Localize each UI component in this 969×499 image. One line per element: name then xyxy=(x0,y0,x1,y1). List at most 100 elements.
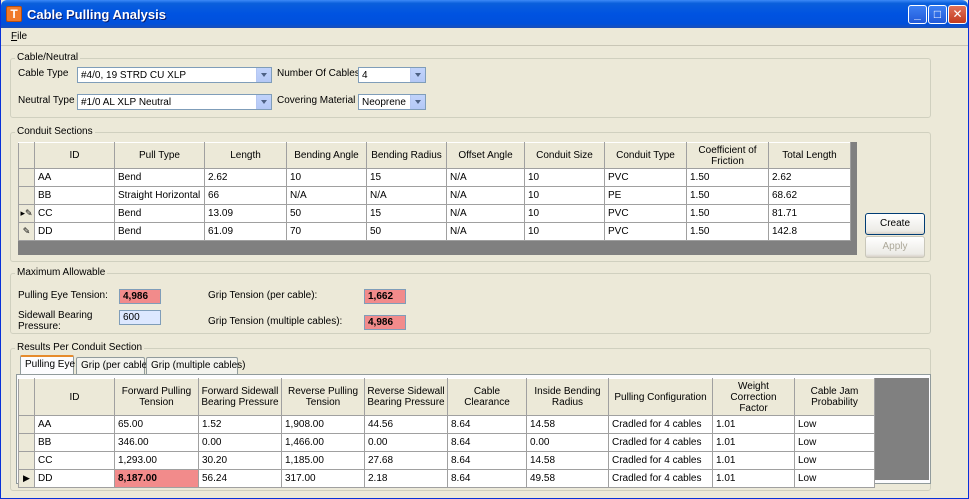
column-header[interactable]: ID xyxy=(34,142,115,169)
table-cell[interactable]: 0.00 xyxy=(198,433,282,452)
column-header[interactable]: Bending Angle xyxy=(286,142,367,169)
column-header[interactable]: Reverse Sidewall Bearing Pressure xyxy=(364,378,448,416)
number-of-cables-select[interactable]: 4 xyxy=(358,67,426,83)
column-header[interactable]: Cable Jam Probability xyxy=(794,378,875,416)
table-cell[interactable]: 1.50 xyxy=(686,186,769,205)
table-cell[interactable]: 1.50 xyxy=(686,222,769,241)
column-header[interactable]: Offset Angle xyxy=(446,142,525,169)
table-row[interactable]: AA Bend 2.62 10 15 N/A 10 PVC 1.50 2.62 xyxy=(18,168,851,187)
column-header[interactable]: Conduit Size xyxy=(524,142,605,169)
table-cell[interactable]: Low xyxy=(794,415,875,434)
row-selector[interactable] xyxy=(18,168,35,187)
table-cell[interactable]: PVC xyxy=(604,222,687,241)
table-cell[interactable]: 2.18 xyxy=(364,469,448,488)
table-cell[interactable]: N/A xyxy=(286,186,367,205)
column-header[interactable]: Inside Bending Radius xyxy=(526,378,609,416)
table-cell[interactable]: 10 xyxy=(524,222,605,241)
table-cell[interactable]: 1,908.00 xyxy=(281,415,365,434)
title-bar[interactable]: T Cable Pulling Analysis _ □ ✕ xyxy=(1,0,968,28)
table-cell[interactable]: 14.58 xyxy=(526,415,609,434)
column-header[interactable]: Weight Correction Factor xyxy=(712,378,795,416)
row-selector[interactable] xyxy=(18,433,35,452)
table-cell[interactable]: 1,466.00 xyxy=(281,433,365,452)
minimize-button[interactable]: _ xyxy=(908,5,927,24)
covering-material-select[interactable]: Neoprene xyxy=(358,94,426,110)
table-cell[interactable]: AA xyxy=(34,415,115,434)
table-cell[interactable]: Cradled for 4 cables xyxy=(608,433,713,452)
chevron-down-icon[interactable] xyxy=(256,68,271,82)
table-cell[interactable]: 1.50 xyxy=(686,204,769,223)
table-cell[interactable]: 44.56 xyxy=(364,415,448,434)
apply-button[interactable]: Apply xyxy=(865,236,925,258)
column-header[interactable]: Forward Pulling Tension xyxy=(114,378,199,416)
table-cell[interactable]: 50 xyxy=(366,222,447,241)
conduit-sections-table[interactable]: ID Pull Type Length Bending Angle Bendin… xyxy=(18,142,851,241)
table-cell[interactable]: Low xyxy=(794,433,875,452)
column-header[interactable]: Pull Type xyxy=(114,142,205,169)
table-cell[interactable]: 8.64 xyxy=(447,469,527,488)
table-cell[interactable]: 1,185.00 xyxy=(281,451,365,470)
column-header[interactable]: Cable Clearance xyxy=(447,378,527,416)
table-row[interactable]: BB 346.00 0.00 1,466.00 0.00 8.64 0.00 Cradled … xyxy=(18,433,875,452)
table-cell[interactable]: 15 xyxy=(366,168,447,187)
create-button[interactable]: Create xyxy=(865,213,925,235)
tab-grip-per-cable[interactable]: Grip (per cable) xyxy=(76,357,150,374)
table-cell[interactable]: 65.00 xyxy=(114,415,199,434)
column-header[interactable]: Conduit Type xyxy=(604,142,687,169)
row-selector[interactable] xyxy=(18,415,35,434)
table-cell[interactable]: Cradled for 4 cables xyxy=(608,415,713,434)
table-cell[interactable]: 8,187.00 xyxy=(114,469,199,488)
column-header[interactable]: Reverse Pulling Tension xyxy=(281,378,365,416)
table-cell[interactable]: Cradled for 4 cables xyxy=(608,469,713,488)
tab-grip-multiple-cables[interactable]: Grip (multiple cables) xyxy=(146,357,245,374)
column-header[interactable]: Pulling Configuration xyxy=(608,378,713,416)
table-cell[interactable]: 8.64 xyxy=(447,433,527,452)
table-cell[interactable]: N/A xyxy=(366,186,447,205)
table-row[interactable]: BB Straight Horizontal 66 N/A N/A N/A 10 PE 1.50… xyxy=(18,186,851,205)
table-row[interactable]: ▸✎ CC Bend 13.09 50 15 N/A 10 PVC 1.50 81.71 xyxy=(18,204,851,223)
table-cell[interactable]: 142.8 xyxy=(768,222,851,241)
row-selector[interactable] xyxy=(18,451,35,470)
table-cell[interactable]: 66 xyxy=(204,186,287,205)
table-cell[interactable]: Straight Horizontal xyxy=(114,186,205,205)
table-cell[interactable]: 68.62 xyxy=(768,186,851,205)
table-cell[interactable]: PVC xyxy=(604,168,687,187)
column-header[interactable]: Bending Radius xyxy=(366,142,447,169)
table-cell[interactable]: 8.64 xyxy=(447,451,527,470)
table-cell[interactable]: 10 xyxy=(524,186,605,205)
table-cell[interactable]: PE xyxy=(604,186,687,205)
row-selector[interactable]: ▶ xyxy=(18,469,35,488)
table-cell[interactable]: 346.00 xyxy=(114,433,199,452)
table-cell[interactable]: 50 xyxy=(286,204,367,223)
table-cell[interactable]: 61.09 xyxy=(204,222,287,241)
table-cell[interactable]: 0.00 xyxy=(364,433,448,452)
table-cell[interactable]: 30.20 xyxy=(198,451,282,470)
table-cell[interactable]: 1.50 xyxy=(686,168,769,187)
table-cell[interactable]: 13.09 xyxy=(204,204,287,223)
table-cell[interactable]: Bend xyxy=(114,204,205,223)
menu-file[interactable]: File xyxy=(11,31,27,42)
table-cell[interactable]: DD xyxy=(34,222,115,241)
table-cell[interactable]: N/A xyxy=(446,186,525,205)
table-cell[interactable]: CC xyxy=(34,204,115,223)
table-cell[interactable]: 1.01 xyxy=(712,415,795,434)
chevron-down-icon[interactable] xyxy=(410,95,425,109)
table-cell[interactable]: 2.62 xyxy=(204,168,287,187)
results-table[interactable]: ID Forward Pulling Tension Forward Sidew… xyxy=(18,378,875,488)
table-cell[interactable]: Low xyxy=(794,451,875,470)
table-row[interactable]: CC 1,293.00 30.20 1,185.00 27.68 8.64 14.58 Cra… xyxy=(18,451,875,470)
table-cell[interactable]: Bend xyxy=(114,222,205,241)
table-cell[interactable]: 70 xyxy=(286,222,367,241)
table-cell[interactable]: 1.01 xyxy=(712,433,795,452)
neutral-type-select[interactable]: #1/0 AL XLP Neutral xyxy=(77,94,272,110)
table-cell[interactable]: Cradled for 4 cables xyxy=(608,451,713,470)
row-selector[interactable]: ✎ xyxy=(18,222,35,241)
table-cell[interactable]: 10 xyxy=(524,204,605,223)
table-cell[interactable]: PVC xyxy=(604,204,687,223)
table-cell[interactable]: 1.01 xyxy=(712,451,795,470)
row-selector[interactable] xyxy=(18,186,35,205)
table-row[interactable]: ✎ DD Bend 61.09 70 50 N/A 10 PVC 1.50 142.8 xyxy=(18,222,851,241)
table-cell[interactable]: 81.71 xyxy=(768,204,851,223)
column-header[interactable]: Length xyxy=(204,142,287,169)
maximize-button[interactable]: □ xyxy=(928,5,947,24)
